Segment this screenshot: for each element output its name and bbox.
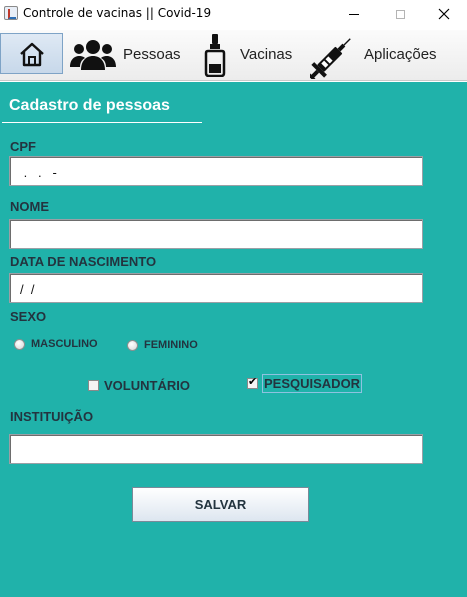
radio-feminino[interactable]: FEMININO bbox=[127, 339, 198, 351]
radio-masculino[interactable]: MASCULINO bbox=[14, 338, 98, 350]
sex-label: SEXO bbox=[10, 309, 47, 324]
vaccines-menu-label: Vacinas bbox=[240, 46, 293, 63]
applications-menu-button[interactable]: Aplicações bbox=[310, 30, 437, 79]
main-toolbar: Pessoas Vacinas Aplicações bbox=[0, 30, 467, 81]
researcher-checkbox-label: PESQUISADOR bbox=[262, 374, 363, 393]
home-button[interactable] bbox=[0, 33, 63, 74]
cpf-field[interactable]: . . - bbox=[9, 156, 423, 186]
birthdate-label: DATA DE NASCIMENTO bbox=[10, 254, 157, 269]
applications-menu-label: Aplicações bbox=[364, 46, 437, 63]
name-label: NOME bbox=[10, 199, 49, 214]
minimize-button[interactable] bbox=[331, 0, 377, 28]
radio-circle bbox=[127, 339, 138, 351]
close-icon bbox=[438, 8, 450, 20]
home-icon bbox=[19, 42, 44, 66]
minimize-icon bbox=[349, 13, 359, 15]
maximize-icon bbox=[395, 9, 405, 19]
window-title: Controle de vacinas || Covid-19 bbox=[23, 6, 212, 20]
window-titlebar: Controle de vacinas || Covid-19 bbox=[0, 0, 467, 30]
name-field[interactable] bbox=[9, 219, 423, 249]
cpf-label: CPF bbox=[10, 139, 36, 154]
institution-field[interactable] bbox=[9, 434, 423, 464]
radio-masculino-label: MASCULINO bbox=[31, 338, 98, 350]
birthdate-field[interactable]: / / bbox=[9, 273, 423, 303]
volunteer-checkbox-box bbox=[88, 380, 99, 391]
radio-circle bbox=[14, 338, 25, 350]
people-menu-label: Pessoas bbox=[123, 46, 181, 63]
volunteer-checkbox-label: VOLUNTÁRIO bbox=[104, 378, 190, 393]
volunteer-checkbox[interactable]: VOLUNTÁRIO bbox=[88, 377, 191, 394]
person-registration-form: Cadastro de pessoas CPF . . - NOME DATA … bbox=[0, 82, 467, 597]
people-icon bbox=[70, 39, 116, 70]
people-menu-button[interactable]: Pessoas bbox=[69, 30, 181, 79]
maximize-button[interactable] bbox=[377, 0, 423, 28]
java-app-icon bbox=[4, 6, 18, 20]
syringe-icon bbox=[310, 37, 351, 79]
researcher-checkbox[interactable]: PESQUISADOR bbox=[247, 374, 363, 393]
institution-label: INSTITUIÇÃO bbox=[10, 409, 94, 424]
save-button[interactable]: SALVAR bbox=[132, 487, 309, 522]
researcher-checkbox-box bbox=[247, 375, 258, 389]
close-button[interactable] bbox=[421, 0, 467, 28]
radio-feminino-label: FEMININO bbox=[144, 339, 198, 351]
vaccine-vial-icon bbox=[204, 33, 226, 77]
vaccines-menu-button[interactable]: Vacinas bbox=[204, 30, 292, 79]
form-title: Cadastro de pessoas bbox=[9, 97, 170, 114]
title-underline bbox=[2, 122, 202, 123]
